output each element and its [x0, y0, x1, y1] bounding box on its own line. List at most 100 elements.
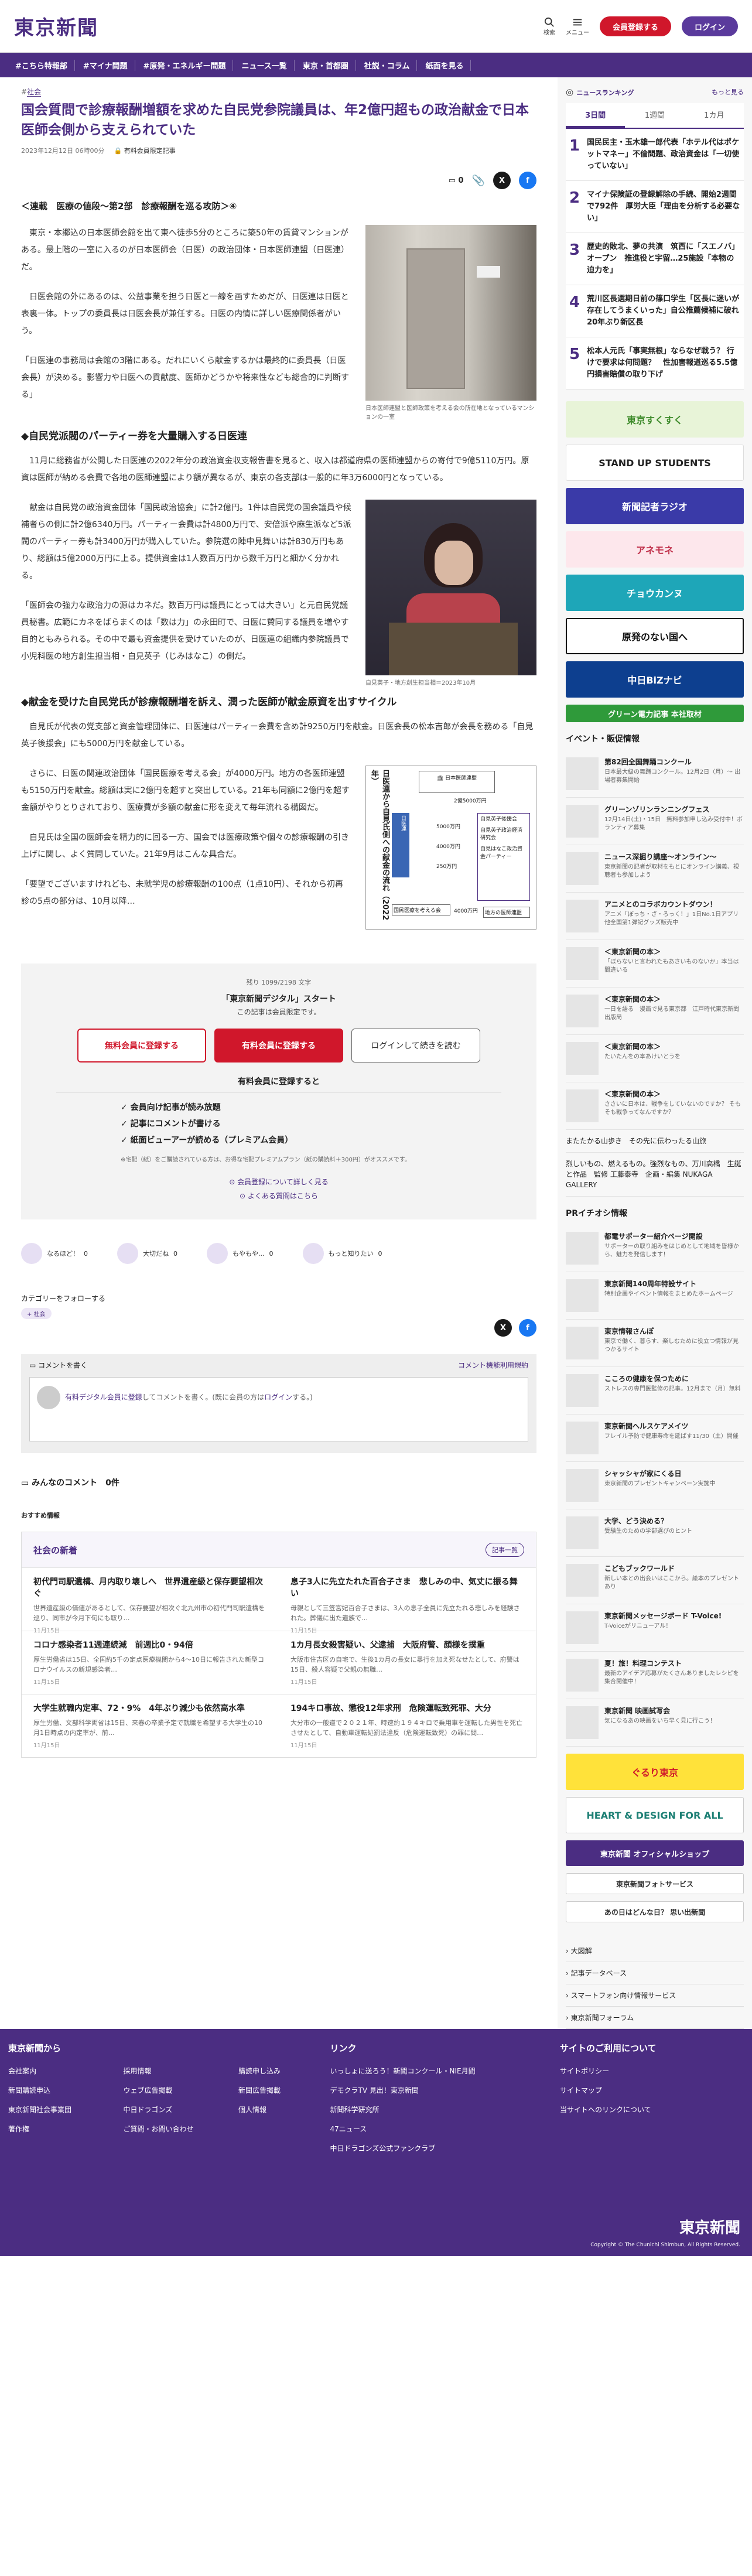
pr-item[interactable]: 東京新聞ヘルスケアメイツ フレイル予防で健康寿命を延ばす11/30（土）開催 [566, 1415, 744, 1462]
reaction-button[interactable]: なるほど！ 0 [21, 1243, 88, 1264]
login-link[interactable]: ログイン [264, 1393, 292, 1402]
banner[interactable]: STAND UP STUDENTS [566, 445, 744, 481]
reaction-button[interactable]: 大切だね 0 [117, 1243, 177, 1264]
member-info-link[interactable]: ⊙ 会員登録について詳しく見る [56, 1175, 501, 1189]
pr-item[interactable]: こどもブックワールド 新しい本との出会いはここから。絵本のプレゼントあり [566, 1557, 744, 1604]
footer-link[interactable]: ご質問・お問い合わせ [124, 2124, 216, 2134]
ranking-tab[interactable]: 3日間 [566, 103, 625, 128]
event-item[interactable]: ＜東京新聞の本＞ 「ぼらないと言われたもあさいものないか」本当は間違いる [566, 940, 744, 988]
footer-link[interactable]: 会社案内 [8, 2066, 100, 2076]
banner[interactable]: 東京すくすく [566, 401, 744, 438]
pr-item[interactable]: 都電サポーター紹介ページ開設 サポーターの取り組みをはじめとして地域を皆様から、魅… [566, 1225, 744, 1272]
banner[interactable]: 東京新聞フォトサービス [566, 1873, 744, 1894]
reaction-button[interactable]: もやもや... 0 [207, 1243, 274, 1264]
side-link[interactable]: › 大図解 [566, 1940, 744, 1962]
ranking-item[interactable]: 2 マイナ保険証の登録解除の手続、開始2週間で792件 厚労大臣「理由を分析する必… [566, 181, 744, 233]
banner[interactable]: 新聞記者ラジオ [566, 488, 744, 524]
event-item[interactable]: アニメとのコラボカウントダウン！ アニメ「ぼっち・ざ・ろっく！」1日No.1日アプ… [566, 893, 744, 940]
news-item[interactable]: 大学生就職内定率、72・9% 4年ぶり減少も依然高水準 厚生労働、文部科学両省は1… [22, 1694, 279, 1757]
banner[interactable]: グリーン電力記事 本社取材 [566, 705, 744, 722]
side-link[interactable]: › スマートフォン向け情報サービス [566, 1984, 744, 2007]
footer-link[interactable]: 著作権 [8, 2124, 100, 2134]
footer-link[interactable]: 新聞広告掲載 [238, 2085, 330, 2095]
free-register-button[interactable]: 無料会員に登録する [77, 1029, 206, 1062]
event-text-link[interactable]: 烈しいもの、燃えるもの。強烈なもの、万川高橋 生誕と作品 監修 工藤泰寺 企画・… [566, 1153, 744, 1197]
ranking-item[interactable]: 1 国民民主・玉木雄一郎代表「ホテル代はポケットマネー」不倫問題、政治資金は「一切… [566, 129, 744, 181]
x-share-icon[interactable]: X [494, 1319, 512, 1337]
side-link[interactable]: › 東京新聞フォーラム [566, 2007, 744, 2029]
facebook-share-icon[interactable]: f [519, 172, 536, 189]
event-item[interactable]: ＜東京新聞の本＞ ささいに日本は、戦争をしていないのですか？ そもそも戦争ってなん… [566, 1082, 744, 1130]
nav-item[interactable]: ニュース一覧 [234, 59, 295, 71]
faq-link[interactable]: ⊙ よくある質問はこちら [56, 1189, 501, 1203]
ranking-item[interactable]: 4 荒川区長選期日前の篠口学生「区長に迷いが存在してうまくいった」自公推薦候補に破… [566, 285, 744, 337]
event-item[interactable]: ＜東京新聞の本＞ たいたんをの本あけいとうを [566, 1035, 744, 1082]
news-item[interactable]: 1カ月長女殺害疑い、父逮捕 大阪府警、顔様を撲重 大阪市住吉区の自宅で、生後1カ月… [279, 1631, 536, 1694]
event-item[interactable]: ニュース深掘り講座〜オンライン〜 東京新聞の記者が取材をもとにオンライン講義、視聴… [566, 845, 744, 893]
footer-link[interactable]: 中日ドラゴンズ公式ファンクラブ [330, 2143, 560, 2153]
banner[interactable]: あの日はどんな日？ 思い出新聞 [566, 1901, 744, 1922]
nav-item[interactable]: #原発・エネルギー問題 [136, 59, 234, 71]
banner[interactable]: 東京新聞 オフィシャルショップ [566, 1840, 744, 1866]
pr-item[interactable]: シャッシャが家にくる日 東京新聞のプレゼントキャンペーン実施中 [566, 1462, 744, 1509]
comment-rules-link[interactable]: コメント機能利用規約 [458, 1360, 528, 1370]
paid-register-button[interactable]: 有料会員に登録する [214, 1029, 343, 1062]
footer-link[interactable]: 個人情報 [238, 2104, 330, 2114]
follow-chip[interactable]: + 社会 [21, 1308, 52, 1319]
banner[interactable]: HEART & DESIGN FOR ALL [566, 1797, 744, 1833]
event-item[interactable]: ＜東京新聞の本＞ 一日を語る 漫画で見る東京都 江戸時代東京新聞出版局 [566, 988, 744, 1035]
footer-link[interactable]: 47ニュース [330, 2124, 560, 2134]
ranking-tab[interactable]: 1カ月 [684, 103, 744, 128]
banner[interactable]: アネモネ [566, 531, 744, 568]
banner[interactable]: 中日BiZナビ [566, 661, 744, 698]
news-more-button[interactable]: 記事一覧 [486, 1543, 524, 1557]
nav-item[interactable]: 東京・首都圏 [296, 59, 356, 71]
register-link[interactable]: 有料デジタル会員に登録 [65, 1393, 142, 1402]
comment-count[interactable]: ▭ 0 [449, 176, 464, 185]
pr-item[interactable]: 夏！旅！料理コンテスト 最新のアイデア応募がたくさんありましたレシピを集合開催中！ [566, 1652, 744, 1699]
footer-link[interactable]: サイトポリシー [560, 2066, 744, 2076]
login-button[interactable]: ログイン [681, 16, 738, 36]
login-continue-button[interactable]: ログインして続きを読む [351, 1029, 480, 1062]
news-item[interactable]: コロナ感染者11週連続減 前週比0・94倍 厚生労働省は15日、全国約5千の定点医… [22, 1631, 279, 1694]
nav-item[interactable]: 社説・コラム [357, 59, 418, 71]
pr-item[interactable]: 東京新聞 映画試写会 気になるあの映画をいち早く見に行こう！ [566, 1699, 744, 1747]
search-button[interactable]: 検索 [544, 17, 555, 36]
pr-item[interactable]: 東京新聞140周年特設サイト 特別企画やイベント情報をまとめたホームページ [566, 1272, 744, 1320]
comment-input[interactable]: 有料デジタル会員に登録してコメントを書く。(既に会員の方はログインする。) [29, 1377, 528, 1441]
event-text-link[interactable]: またたかる山歩き その先に伝わったる山旅 [566, 1130, 744, 1153]
footer-link[interactable]: 採用情報 [124, 2066, 216, 2076]
ranking-tab[interactable]: 1週間 [625, 103, 685, 128]
site-logo[interactable]: 東京新聞 [14, 12, 98, 40]
news-item[interactable]: 息子3人に先立たれた百合子さま 悲しみの中、気丈に振る舞い 母親として三笠宮妃百合… [279, 1567, 536, 1634]
banner[interactable]: 原発のない国へ [566, 618, 744, 654]
news-item[interactable]: 194キロ事故、懲役12年求刑 危険運転致死罪、大分 大分市の一般道で２０２１年、… [279, 1694, 536, 1757]
pr-item[interactable]: 東京情報さんぽ 東京で働く、暮らす、楽しむために役立つ情報が見つかるサイト [566, 1320, 744, 1367]
register-button[interactable]: 会員登録する [599, 16, 671, 36]
nav-item[interactable]: 紙面を見る [418, 59, 471, 71]
footer-link[interactable]: 新聞科学研究所 [330, 2104, 560, 2114]
footer-link[interactable]: 購読申し込み [238, 2066, 330, 2076]
event-item[interactable]: グリーンゾリンランニングフェス 12月14日(土)・15日 無料参加申し込み受付中… [566, 798, 744, 845]
nav-item[interactable]: #こちら特報部 [8, 59, 75, 71]
footer-link[interactable]: サイトマップ [560, 2085, 744, 2095]
ranking-item[interactable]: 3 歴史的敗北、夢の共演 筑西に「スエノバ」オープン 推進役と宇留…25施設「本物… [566, 233, 744, 285]
footer-link[interactable]: 中日ドラゴンズ [124, 2104, 216, 2114]
menu-button[interactable]: メニュー [566, 17, 589, 36]
footer-link[interactable]: 当サイトへのリンクについて [560, 2104, 744, 2114]
pr-item[interactable]: 東京新聞メッセージボード T-Voice! T-Voiceがリニューアル！ [566, 1604, 744, 1652]
photo-minister[interactable] [365, 500, 536, 675]
footer-link[interactable]: 新聞購読申込 [8, 2085, 100, 2095]
donation-diagram[interactable]: 日医連から自見氏側への献金の流れ（2022年） 🏛 日本医師連盟 2億5000万… [365, 766, 536, 930]
pr-item[interactable]: こころの健康を保つために ストレスの専門医監修の記事。12月まで（月）無料 [566, 1367, 744, 1415]
x-share-icon[interactable]: X [493, 172, 511, 189]
footer-logo[interactable]: 東京新聞 [590, 2216, 740, 2237]
reaction-button[interactable]: もっと知りたい 0 [302, 1243, 382, 1264]
banner[interactable]: ぐるり東京 [566, 1754, 744, 1790]
clip-icon[interactable]: 📎 [472, 175, 485, 187]
pr-item[interactable]: 大学、どう決める？ 受験生のための学部選びのヒント [566, 1509, 744, 1557]
photo-apartment[interactable] [365, 225, 536, 401]
side-link[interactable]: › 記事データベース [566, 1962, 744, 1984]
footer-link[interactable]: 東京新聞社会事業団 [8, 2104, 100, 2114]
banner[interactable]: チョウカンヌ [566, 575, 744, 611]
